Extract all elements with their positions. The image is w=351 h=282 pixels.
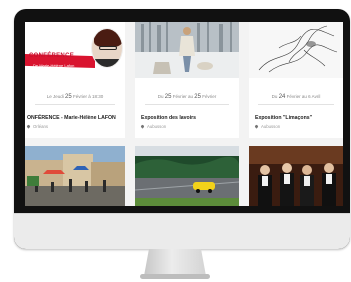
event-image-racing[interactable] <box>135 146 239 206</box>
event-image-market[interactable] <box>25 146 125 206</box>
location-pin-icon <box>254 124 259 129</box>
divider <box>258 104 334 105</box>
monitor-stand-foot <box>140 274 210 279</box>
event-date: Du 25 Février au 25 Février <box>157 94 217 100</box>
monitor-screen: CONFÉRENCE De Marie-Hélène Lafon Le Jeud… <box>25 22 343 206</box>
event-title[interactable]: Exposition "Limaçons" <box>255 115 312 121</box>
divider <box>145 104 229 105</box>
event-location: Aubusson <box>140 124 166 129</box>
event-image-theatre[interactable] <box>249 146 343 206</box>
event-title[interactable]: ONFÉRENCE - Marie-Hélène LAFON <box>27 115 116 121</box>
event-image-conference: CONFÉRENCE De Marie-Hélène Lafon <box>25 22 125 78</box>
event-location: Orléans <box>26 124 48 129</box>
event-card[interactable]: Du 24 Février au 6 Avril Exposition "Lim… <box>249 22 343 138</box>
location-pin-icon <box>140 124 145 129</box>
event-location: Aubusson <box>254 124 280 129</box>
event-date: Le Jeudi 25 Février à 18:30 <box>46 94 104 100</box>
event-card[interactable]: CONFÉRENCE De Marie-Hélène Lafon Le Jeud… <box>25 22 125 138</box>
divider <box>35 104 115 105</box>
poster-title: CONFÉRENCE <box>29 53 75 59</box>
event-card[interactable]: Du 25 Février au 25 Février Exposition d… <box>135 22 239 138</box>
monitor-stand <box>144 249 206 276</box>
monitor-chin <box>14 213 350 249</box>
poster-subtitle: De Marie-Hélène Lafon <box>33 63 75 68</box>
event-image-exhibition-limacons <box>249 22 343 78</box>
event-title[interactable]: Exposition des lavoirs <box>141 115 196 121</box>
speaker-portrait <box>91 28 123 68</box>
event-image-exhibition-lavoirs <box>135 22 239 78</box>
location-pin-icon <box>26 124 31 129</box>
desktop-monitor: CONFÉRENCE De Marie-Hélène Lafon Le Jeud… <box>0 0 351 282</box>
event-date: Du 24 Février au 6 Avril <box>271 94 321 100</box>
